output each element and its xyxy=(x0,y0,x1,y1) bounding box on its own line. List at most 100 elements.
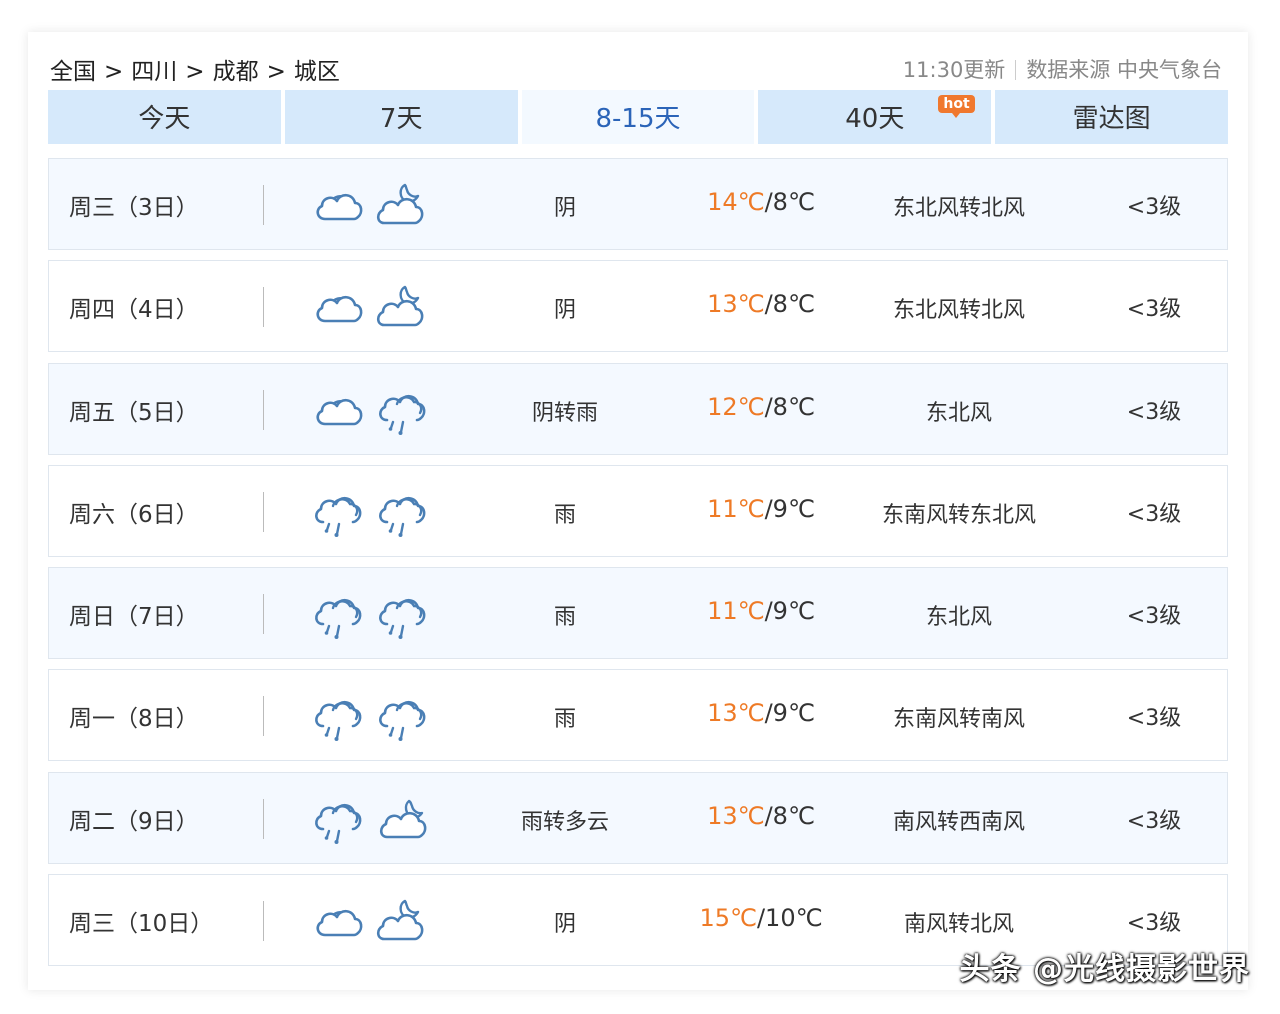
partly-cloudy-moon-icon xyxy=(375,793,427,845)
divider xyxy=(263,594,264,635)
wind-direction: 南风转西南风 xyxy=(892,809,1025,835)
tab-8-15-days[interactable]: 8-15天 xyxy=(521,90,755,144)
low-temp: 9℃ xyxy=(772,597,815,626)
day-label: 周六（6日） xyxy=(69,501,199,528)
wind-direction: 东北风转北风 xyxy=(892,196,1025,221)
wind-level: <3级 xyxy=(1126,501,1182,527)
divider xyxy=(263,287,264,328)
wind-level: <3级 xyxy=(1126,808,1182,834)
low-temp: 8℃ xyxy=(772,290,815,319)
wind-level: <3级 xyxy=(1126,911,1182,937)
temperature-range: 13℃/8℃ xyxy=(661,802,861,830)
temp-separator: / xyxy=(764,494,773,523)
high-temp: 12℃ xyxy=(707,392,765,421)
tab-label: 7天 xyxy=(379,104,423,134)
day-label: 周三（3日） xyxy=(69,195,199,221)
low-temp: 10℃ xyxy=(765,904,823,933)
high-temp: 15℃ xyxy=(699,904,757,933)
low-temp: 8℃ xyxy=(772,801,815,830)
tab-label: 今天 xyxy=(138,104,191,134)
breadcrumb: 全国 > 四川 > 成都 > 城区 xyxy=(50,52,340,86)
wind-direction: 东南风转东北风 xyxy=(881,502,1036,528)
breadcrumb-item-city[interactable]: 成都 xyxy=(213,59,259,85)
rain-icon xyxy=(375,384,427,436)
data-source: 数据来源 中央气象台 xyxy=(1026,58,1222,82)
forecast-tabs: 今天 7天 8-15天 40天 hot 雷达图 xyxy=(48,90,1228,144)
weather-icons xyxy=(311,486,427,538)
tab-radar[interactable]: 雷达图 xyxy=(995,90,1228,144)
temp-separator: / xyxy=(756,904,766,933)
wind-direction: 东北风转北风 xyxy=(892,298,1025,324)
breadcrumb-item-province[interactable]: 四川 xyxy=(131,59,177,85)
low-temp: 9℃ xyxy=(772,699,815,728)
high-temp: 11℃ xyxy=(707,597,765,626)
cloudy-icon xyxy=(311,179,363,231)
divider xyxy=(263,389,264,430)
tab-40-days[interactable]: 40天 hot xyxy=(758,90,992,144)
temp-separator: / xyxy=(764,597,773,626)
divider xyxy=(263,901,264,942)
breadcrumb-item-country[interactable]: 全国 xyxy=(50,59,96,85)
wind-level: <3级 xyxy=(1126,399,1182,425)
high-temp: 13℃ xyxy=(707,801,765,830)
day-label: 周一（8日） xyxy=(69,706,199,733)
day-label: 周五（5日） xyxy=(69,399,199,426)
breadcrumb-item-district: 城区 xyxy=(293,59,340,85)
update-time: 11:30更新 xyxy=(902,58,1006,82)
breadcrumb-separator: > xyxy=(104,59,124,85)
cloudy-icon xyxy=(311,281,363,333)
high-temp: 13℃ xyxy=(707,699,765,728)
forecast-row: 周二（9日） 雨转多云 13℃/8℃ 南风转西南风 <3级 xyxy=(48,771,1228,864)
temperature-range: 13℃/8℃ xyxy=(661,290,861,318)
tab-label: 8-15天 xyxy=(595,104,681,134)
day-label: 周二（9日） xyxy=(69,808,199,835)
wind-level: <3级 xyxy=(1126,195,1182,220)
temp-separator: / xyxy=(764,188,773,216)
weather-icons xyxy=(311,895,427,947)
temperature-range: 11℃/9℃ xyxy=(661,495,861,523)
wind-direction: 东北风 xyxy=(925,400,992,426)
forecast-row: 周五（5日） 阴转雨 12℃/8℃ 东北风 <3级 xyxy=(48,362,1228,455)
temp-separator: / xyxy=(764,392,773,421)
top-bar: 全国 > 四川 > 成都 > 城区 11:30更新 数据来源 中央气象台 xyxy=(50,48,1222,86)
wind-level: <3级 xyxy=(1126,297,1182,323)
weather-icons xyxy=(311,384,427,436)
watermark: 头条 @光线摄影世界 xyxy=(959,952,1250,987)
divider xyxy=(263,798,264,839)
temperature-range: 14℃/8℃ xyxy=(661,188,861,216)
rain-icon xyxy=(375,588,427,640)
wind-level: <3级 xyxy=(1126,604,1182,630)
tab-label: 40天 xyxy=(845,104,905,134)
cloud-moon-icon xyxy=(375,179,427,231)
divider xyxy=(1015,60,1017,80)
forecast-row: 周一（8日） 雨 13℃/9℃ 东南风转南风 <3级 xyxy=(48,669,1228,762)
forecast-row: 周三（3日） 阴 14℃/8℃ 东北风转北风 <3级 xyxy=(48,158,1228,250)
divider xyxy=(263,696,264,737)
breadcrumb-separator: > xyxy=(185,59,205,85)
wind-direction: 东南风转南风 xyxy=(892,707,1025,733)
tab-today[interactable]: 今天 xyxy=(48,90,281,144)
tab-label: 雷达图 xyxy=(1072,104,1151,134)
weather-desc: 雨 xyxy=(553,605,576,631)
cloudy-icon xyxy=(311,384,363,436)
forecast-row: 周四（4日） 阴 13℃/8℃ 东北风转北风 <3级 xyxy=(48,260,1228,353)
rain-icon xyxy=(311,486,363,538)
update-info: 11:30更新 数据来源 中央气象台 xyxy=(903,54,1222,84)
high-temp: 13℃ xyxy=(707,290,765,319)
cloud-moon-icon xyxy=(375,895,427,947)
rain-icon xyxy=(311,588,363,640)
day-label: 周三（10日） xyxy=(69,911,214,938)
rain-icon xyxy=(375,486,427,538)
temp-separator: / xyxy=(764,699,773,728)
cloud-moon-icon xyxy=(375,281,427,333)
weather-icons xyxy=(311,793,427,845)
low-temp: 8℃ xyxy=(772,392,815,421)
weather-desc: 雨 xyxy=(553,707,576,733)
high-temp: 11℃ xyxy=(707,494,765,523)
tab-7-days[interactable]: 7天 xyxy=(284,90,518,144)
temperature-range: 13℃/9℃ xyxy=(661,699,861,727)
temperature-range: 11℃/9℃ xyxy=(661,597,861,625)
weather-icons xyxy=(311,588,427,640)
forecast-list: 周三（3日）阴 14℃/8℃ 东北风转北风 <3级 周四（4日）阴 13℃/8℃ 东北风转北… xyxy=(48,158,1228,976)
temp-separator: / xyxy=(764,290,773,319)
